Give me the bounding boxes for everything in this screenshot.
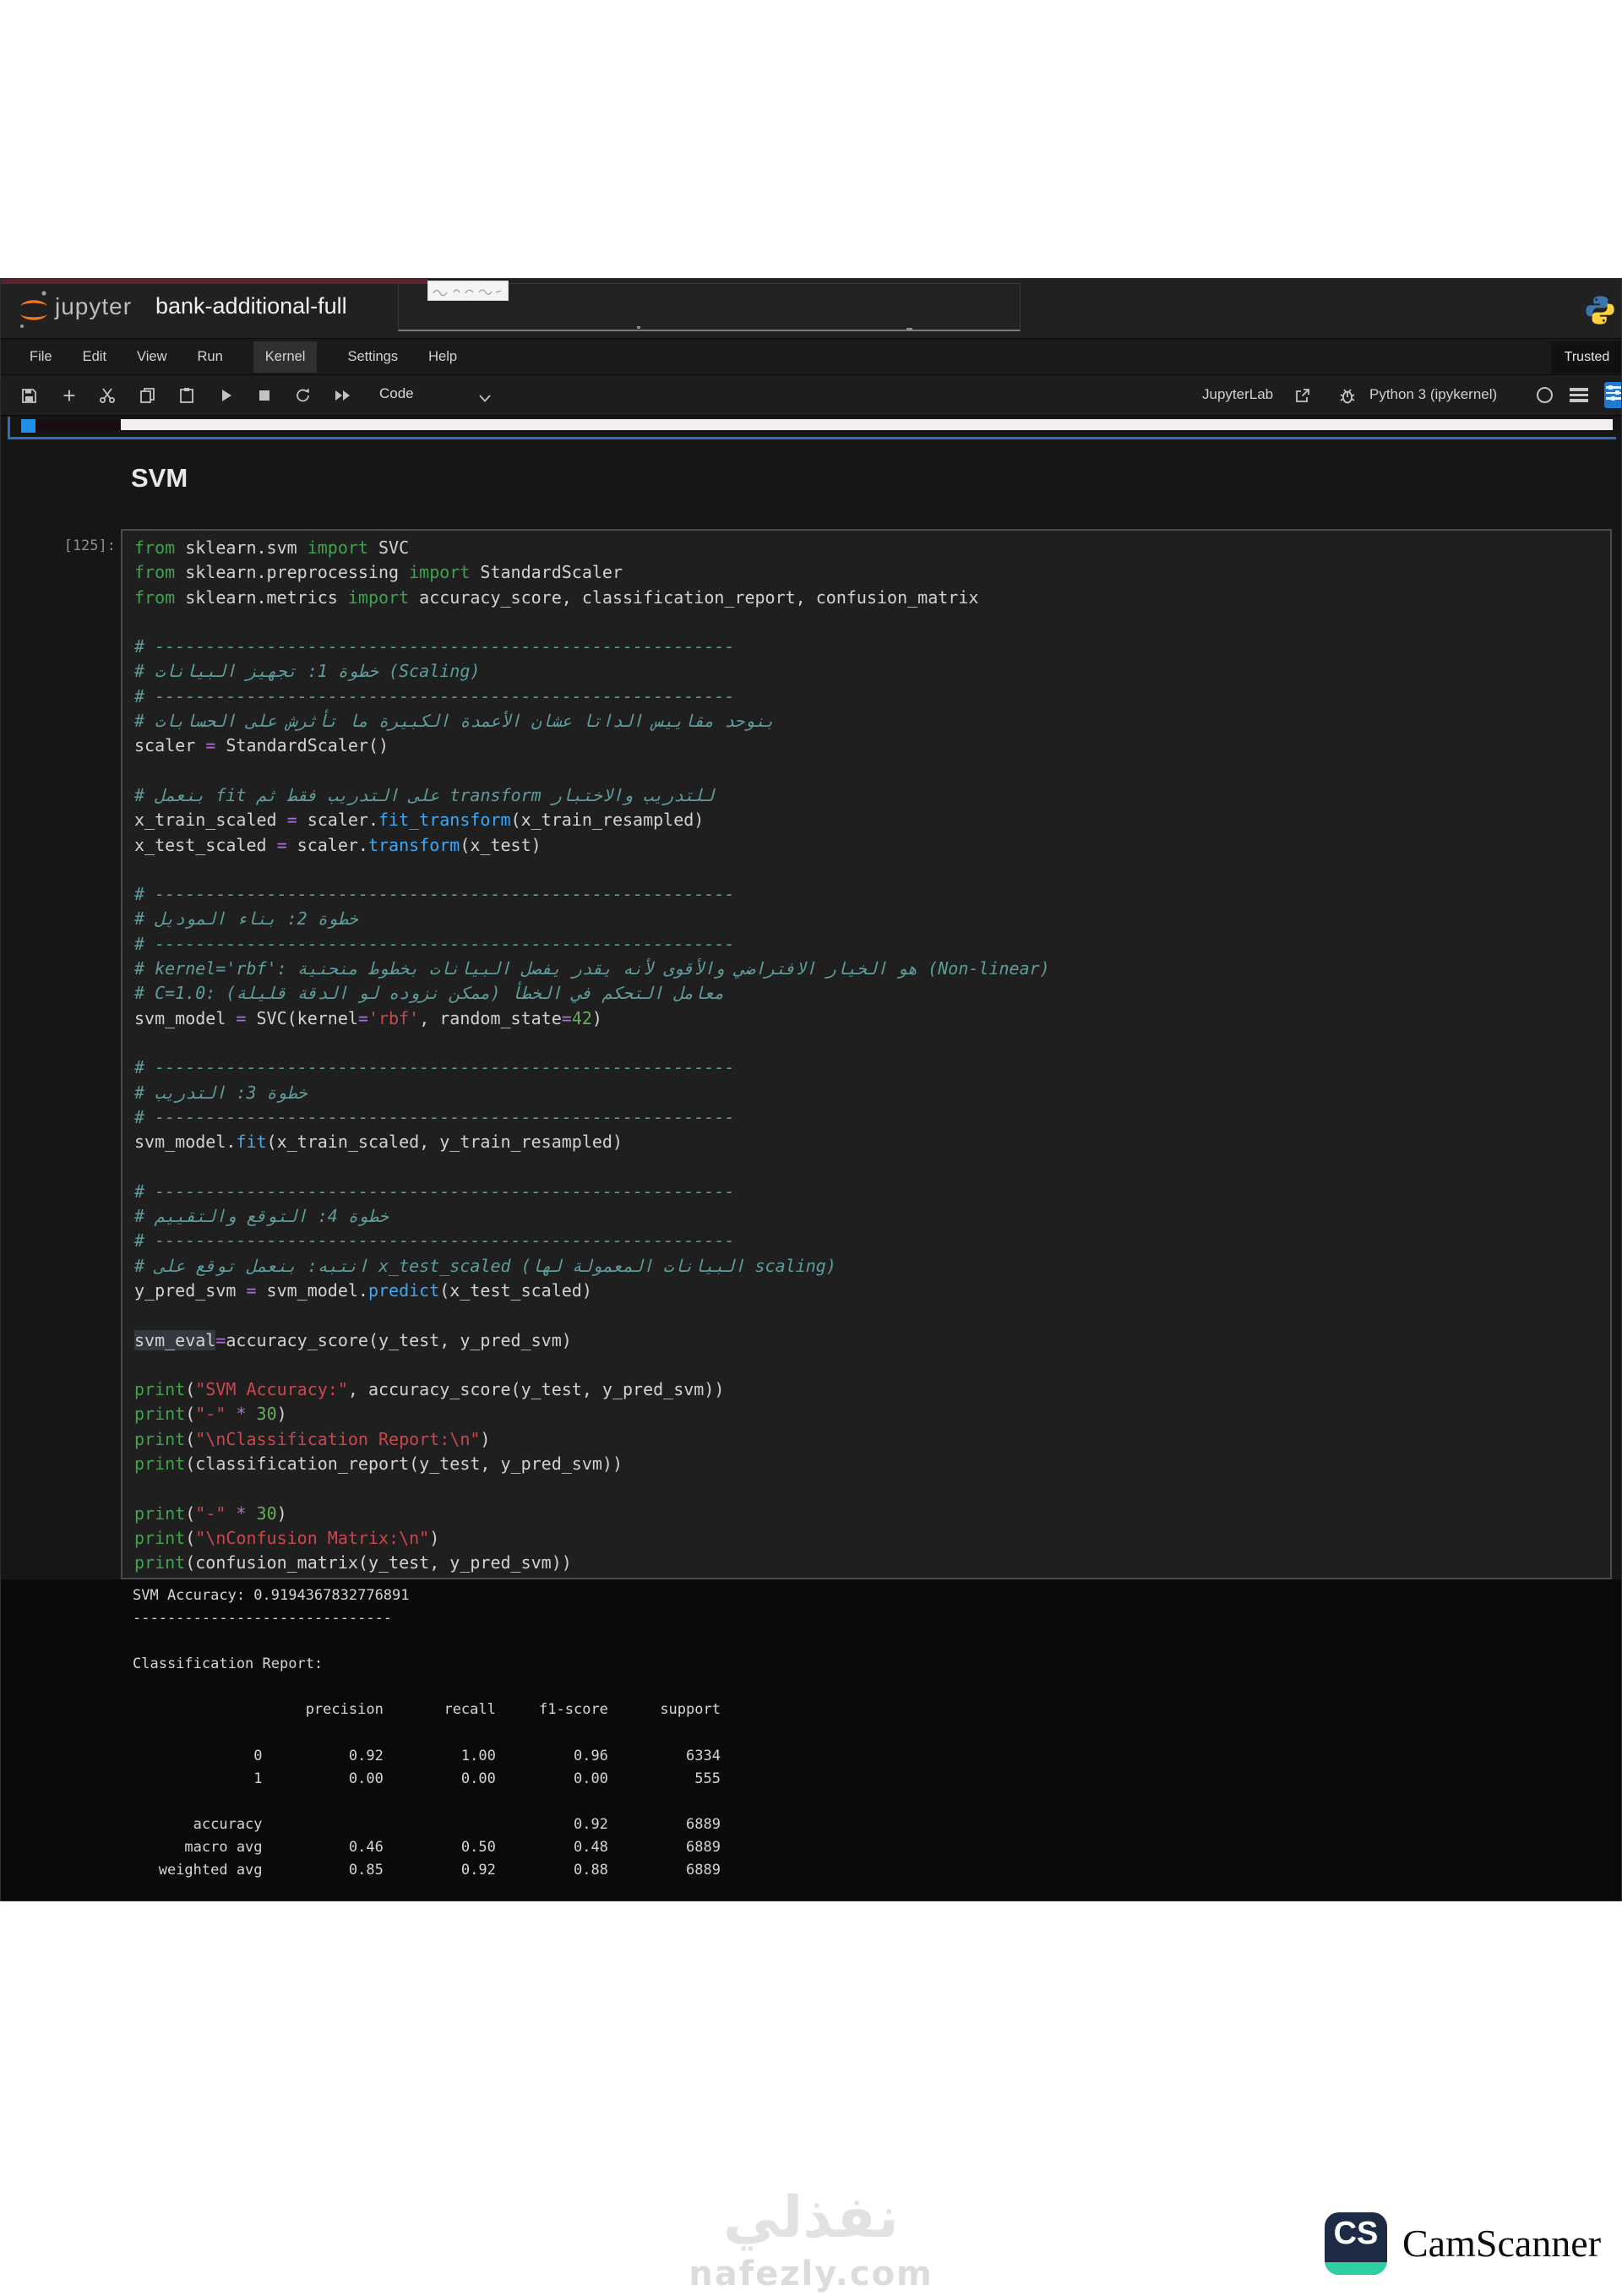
- cell-output-area: SVM Accuracy: 0.9194367832776891 -------…: [1, 1579, 1622, 1901]
- stop-kernel-icon[interactable]: [255, 386, 274, 405]
- save-icon[interactable]: [19, 386, 38, 405]
- menu-item-kernel[interactable]: Kernel: [253, 341, 318, 373]
- selected-cell-bottom-border: [8, 437, 1616, 439]
- menubar-items: File Edit View Run Kernel Settings Help: [30, 339, 457, 375]
- camscanner-logo-teal-bar: [1325, 2262, 1387, 2275]
- camscanner-initials: CS: [1325, 2216, 1387, 2252]
- code-lines[interactable]: from sklearn.svm import SVCfrom sklearn.…: [122, 531, 1610, 1575]
- debugger-bug-icon[interactable]: [1338, 386, 1357, 405]
- restart-run-all-icon[interactable]: [334, 386, 352, 405]
- menu-item-view[interactable]: View: [137, 349, 166, 365]
- add-cell-icon[interactable]: +: [60, 386, 79, 405]
- jupyter-brand-text: jupyter: [55, 293, 132, 320]
- trusted-badge[interactable]: Trusted: [1551, 341, 1622, 374]
- panel-toggle-icon[interactable]: [1604, 382, 1622, 408]
- jupyterlab-link[interactable]: JupyterLab: [1202, 386, 1273, 403]
- section-heading-svm: SVM: [131, 463, 188, 494]
- chevron-down-icon[interactable]: [476, 389, 494, 407]
- jupyter-window: jupyter bank-additional-full File Edit Vie…: [0, 278, 1622, 1901]
- menu-item-help[interactable]: Help: [428, 349, 457, 365]
- title-bar: jupyter bank-additional-full: [1, 279, 1621, 339]
- copy-cell-icon[interactable]: [139, 386, 157, 405]
- window-top-accent-line: [1, 279, 427, 284]
- camscanner-logo-icon: CS: [1325, 2212, 1387, 2275]
- notebook-filename[interactable]: bank-additional-full: [155, 293, 347, 319]
- kernel-name-label[interactable]: Python 3 (ipykernel): [1369, 386, 1497, 403]
- notebook-toolbar: + Code JupyterLab: [1, 375, 1621, 416]
- menu-hamburger-icon[interactable]: [1570, 388, 1588, 405]
- menu-item-file[interactable]: File: [30, 349, 52, 365]
- run-cell-icon[interactable]: [217, 386, 236, 405]
- menu-item-settings[interactable]: Settings: [347, 349, 398, 365]
- restart-kernel-icon[interactable]: [294, 386, 313, 405]
- classification-report-output: SVM Accuracy: 0.9194367832776891 -------…: [133, 1584, 721, 1882]
- scan-speck: [637, 326, 640, 329]
- jupyter-logo-icon: [18, 289, 50, 330]
- execution-count-prompt: [125]:: [38, 537, 116, 554]
- scan-artifact-tooltip: [427, 281, 509, 301]
- paste-cell-icon[interactable]: [177, 386, 196, 405]
- menu-item-run[interactable]: Run: [198, 349, 223, 365]
- cut-cell-icon[interactable]: [98, 386, 117, 405]
- partial-cell-gutter: [35, 420, 121, 430]
- partial-cell-bottom: [121, 419, 1613, 430]
- cell-type-dropdown[interactable]: Code: [379, 385, 414, 402]
- python-logo-icon: [1584, 294, 1616, 326]
- menu-bar: File Edit View Run Kernel Settings Help Truste…: [1, 339, 1621, 375]
- menu-item-edit[interactable]: Edit: [83, 349, 106, 365]
- camscanner-wordmark: CamScanner: [1402, 2221, 1601, 2266]
- code-cell[interactable]: from sklearn.svm import SVCfrom sklearn.…: [121, 529, 1612, 1579]
- kernel-status-icon[interactable]: [1537, 387, 1553, 403]
- external-link-icon[interactable]: [1293, 386, 1312, 405]
- scan-speck: [906, 328, 912, 330]
- cell-collapser[interactable]: [21, 419, 35, 433]
- selected-cell-left-border: [8, 417, 10, 439]
